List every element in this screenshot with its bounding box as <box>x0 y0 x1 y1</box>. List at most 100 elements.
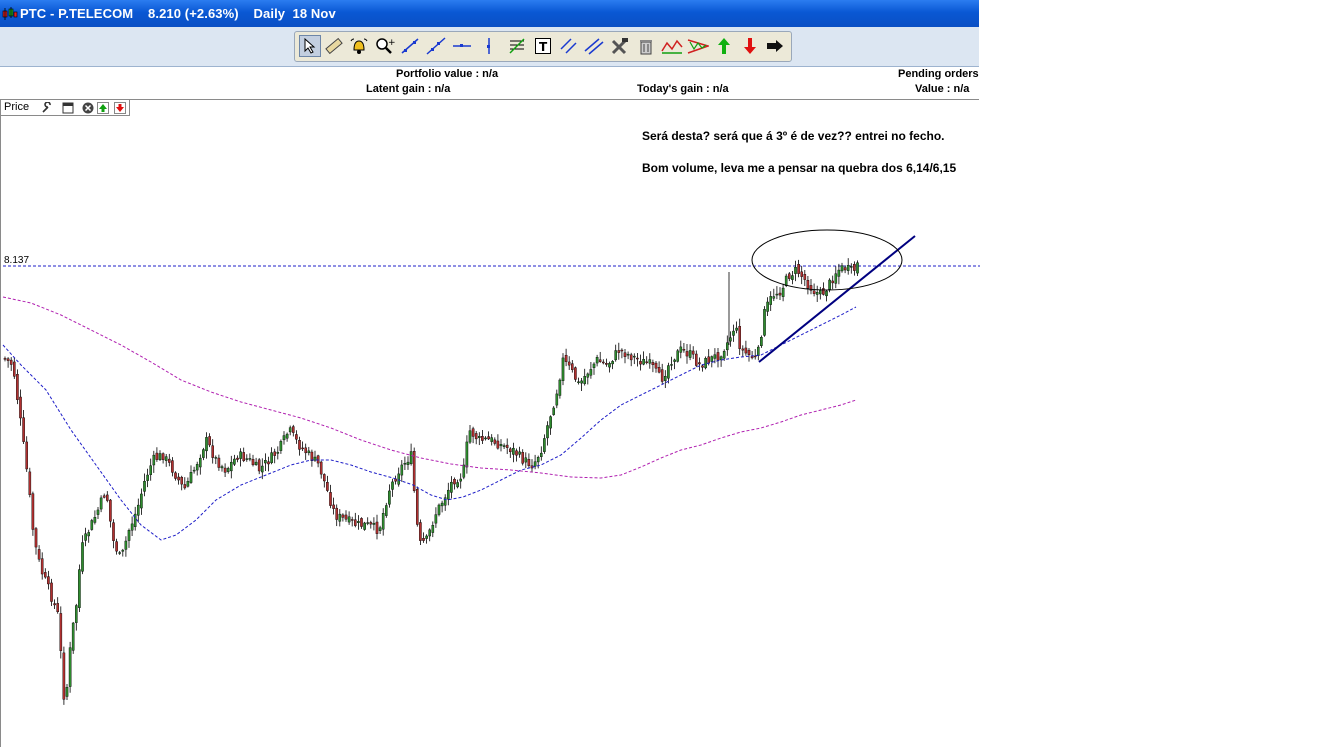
candle-body <box>133 513 137 527</box>
candle-body <box>549 416 552 429</box>
candle-body <box>509 448 512 453</box>
zoom-icon[interactable]: + <box>374 35 396 57</box>
candle-body <box>648 359 652 364</box>
candle-body <box>223 467 227 473</box>
pointer-icon[interactable] <box>299 35 321 57</box>
candle-body <box>385 505 388 516</box>
move-up-icon[interactable] <box>97 102 109 114</box>
candle-body <box>37 549 41 560</box>
candle-body <box>381 513 385 530</box>
alarm-bell-icon[interactable] <box>348 35 370 57</box>
candle-body <box>109 499 112 522</box>
candle-body <box>264 460 267 464</box>
parallel-lines-icon[interactable] <box>558 35 580 57</box>
candle-body <box>161 453 165 460</box>
candle-body <box>713 354 717 359</box>
candle-body <box>375 521 379 534</box>
candle-body <box>561 357 565 381</box>
line-icon[interactable] <box>399 35 421 57</box>
candle-body <box>788 273 791 279</box>
candle-body <box>233 458 236 465</box>
candle-body <box>629 354 633 361</box>
triangle-pattern-icon[interactable] <box>687 35 709 57</box>
candle-body <box>208 436 211 446</box>
candle-body <box>211 445 215 458</box>
vertical-line-icon[interactable] <box>478 35 500 57</box>
candle-body <box>763 309 766 336</box>
portfolio-info-bar: Portfolio value : n/a Latent gain : n/a … <box>0 67 979 100</box>
candle-body <box>822 288 825 295</box>
candle-body <box>25 441 29 470</box>
wrench-icon[interactable] <box>41 102 53 114</box>
candle-body <box>664 375 667 381</box>
candle-body <box>270 452 273 464</box>
candle-body <box>409 451 413 465</box>
fibonacci-icon[interactable] <box>506 35 528 57</box>
ray-line-icon[interactable] <box>425 35 447 57</box>
candle-body <box>524 457 528 463</box>
candle-body <box>586 373 590 378</box>
candle-body <box>319 461 323 475</box>
candle-body <box>704 358 707 369</box>
candle-body <box>71 622 75 651</box>
candle-body <box>639 361 642 365</box>
candle-body <box>701 365 704 368</box>
price-chart[interactable] <box>0 116 980 747</box>
candle-body <box>254 461 258 465</box>
move-down-icon[interactable] <box>114 102 126 114</box>
candle-body <box>62 652 66 700</box>
candle-body <box>843 267 847 271</box>
buy-arrow-icon[interactable] <box>713 35 735 57</box>
candle-body <box>571 363 574 370</box>
candle-body <box>93 517 97 523</box>
candle-body <box>819 290 822 295</box>
ruler-icon[interactable] <box>323 35 345 57</box>
candle-body <box>202 449 205 458</box>
drawing-toolbar: + T <box>294 31 792 62</box>
candle-body <box>602 361 605 364</box>
candle-body <box>164 456 168 461</box>
candle-body <box>577 381 580 383</box>
candle-body <box>462 464 466 478</box>
sell-arrow-icon[interactable] <box>739 35 761 57</box>
candle-body <box>118 552 121 554</box>
candle-body <box>611 361 614 365</box>
window-icon[interactable] <box>62 102 74 114</box>
channel-icon[interactable] <box>583 35 605 57</box>
candle-body <box>831 280 834 284</box>
candle-body <box>282 435 286 441</box>
price-chart-canvas[interactable] <box>1 116 980 747</box>
candle-body <box>158 453 162 461</box>
tools-icon[interactable] <box>609 35 631 57</box>
moving-average-long <box>2 296 857 479</box>
trash-icon[interactable] <box>635 35 657 57</box>
candle-body <box>592 363 596 368</box>
orders-value: Value : n/a <box>915 83 970 95</box>
candle-body <box>167 458 171 463</box>
right-arrow-icon[interactable] <box>764 35 786 57</box>
candle-body <box>521 452 524 464</box>
candle-body <box>856 262 859 274</box>
candle-body <box>518 451 521 455</box>
candle-body <box>738 326 741 349</box>
candle-body <box>12 361 16 377</box>
candle-body <box>636 357 639 360</box>
candle-body <box>828 279 831 290</box>
candle-body <box>149 465 153 475</box>
portfolio-value: Portfolio value : n/a <box>396 68 499 80</box>
close-icon[interactable] <box>82 102 94 114</box>
candle-body <box>834 273 838 284</box>
candle-body <box>248 458 252 460</box>
candle-body <box>205 437 208 452</box>
candle-body <box>474 433 478 440</box>
candle-body <box>130 523 134 531</box>
candle-body <box>99 497 103 510</box>
candle-body <box>397 473 401 485</box>
candle-body <box>53 603 56 606</box>
horizontal-line-icon[interactable] <box>451 35 473 57</box>
candle-body <box>276 451 280 454</box>
pattern-icon[interactable] <box>661 35 683 57</box>
candle-body <box>152 454 156 466</box>
text-tool-icon[interactable]: T <box>532 35 554 57</box>
candle-body <box>465 441 469 468</box>
